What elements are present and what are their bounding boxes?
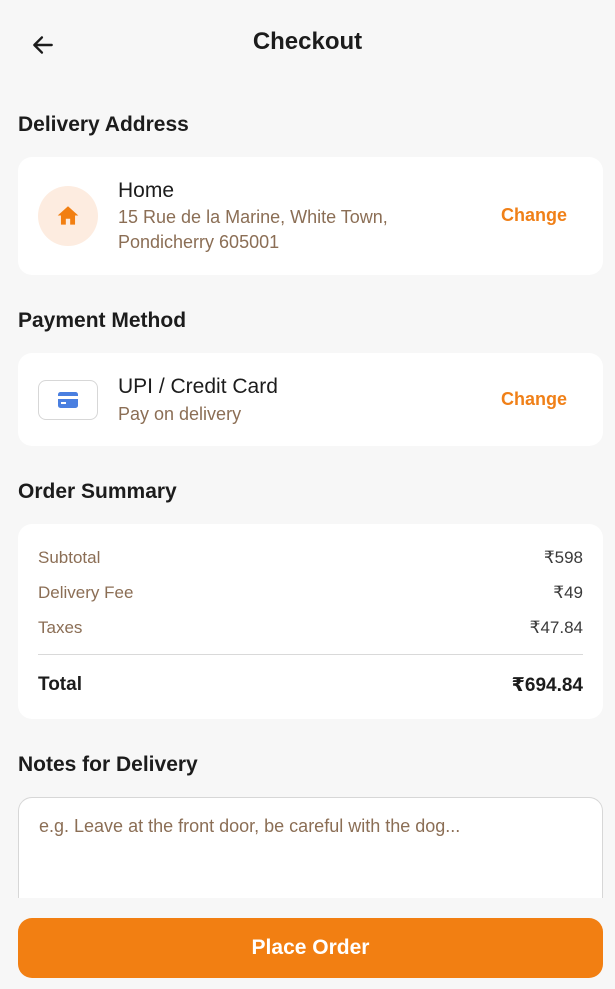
summary-value: ₹598 bbox=[543, 548, 583, 567]
change-payment-button[interactable]: Change bbox=[501, 389, 567, 410]
payment-card: UPI / Credit Card Pay on delivery Change bbox=[18, 353, 603, 446]
header-bar: Checkout bbox=[0, 0, 615, 88]
change-address-button[interactable]: Change bbox=[501, 205, 567, 226]
address-card: Home 15 Rue de la Marine, White Town, Po… bbox=[18, 157, 603, 275]
order-summary-card: Subtotal ₹598 Delivery Fee ₹49 Taxes ₹47… bbox=[18, 524, 603, 719]
home-icon bbox=[57, 206, 79, 225]
payment-method-name: UPI / Credit Card bbox=[118, 375, 278, 398]
address-icon-badge bbox=[38, 186, 98, 246]
delivery-address-title: Delivery Address bbox=[18, 113, 189, 136]
order-summary-title: Order Summary bbox=[18, 480, 177, 503]
address-line1: 15 Rue de la Marine, White Town, bbox=[118, 207, 388, 227]
address-label: Home bbox=[118, 179, 175, 202]
summary-label: Subtotal bbox=[38, 548, 101, 567]
delivery-notes-title: Notes for Delivery bbox=[18, 753, 198, 776]
total-value: ₹694.84 bbox=[511, 675, 583, 696]
summary-row-taxes: Taxes ₹47.84 bbox=[38, 618, 583, 638]
summary-total-row: Total ₹694.84 bbox=[38, 674, 583, 697]
summary-value: ₹49 bbox=[553, 583, 583, 602]
summary-row-delivery-fee: Delivery Fee ₹49 bbox=[38, 583, 583, 603]
summary-label: Taxes bbox=[38, 618, 83, 637]
summary-row-subtotal: Subtotal ₹598 bbox=[38, 548, 583, 568]
payment-icon-badge bbox=[38, 380, 98, 420]
address-line2: Pondicherry 605001 bbox=[118, 232, 280, 252]
payment-method-detail: Pay on delivery bbox=[118, 404, 242, 424]
total-label: Total bbox=[38, 674, 82, 695]
summary-label: Delivery Fee bbox=[38, 583, 134, 602]
credit-card-icon bbox=[58, 392, 78, 408]
summary-value: ₹47.84 bbox=[529, 618, 583, 637]
page-title: Checkout bbox=[252, 28, 363, 55]
payment-method-title: Payment Method bbox=[18, 309, 187, 332]
summary-divider bbox=[38, 654, 583, 655]
place-order-button[interactable]: Place Order bbox=[18, 918, 603, 978]
